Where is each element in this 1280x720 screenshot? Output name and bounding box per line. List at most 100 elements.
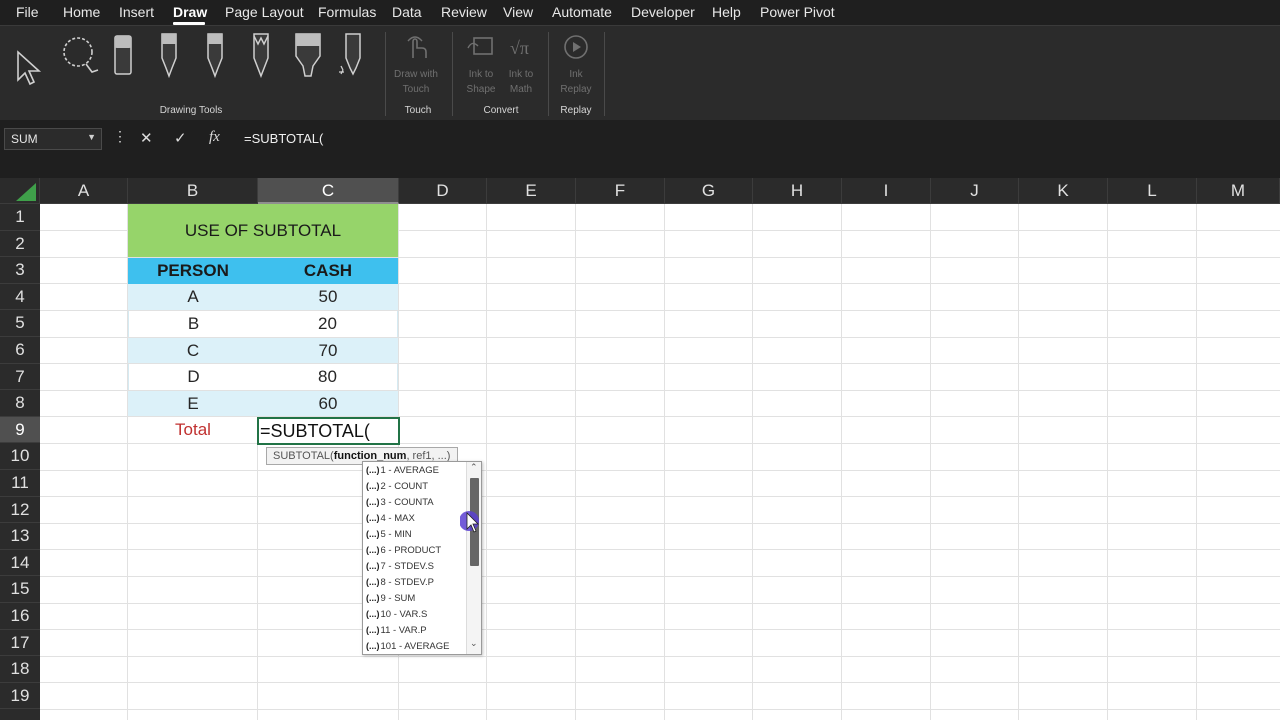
action-pen-tool[interactable] <box>338 32 364 83</box>
row-header-10[interactable]: 10 <box>0 443 40 470</box>
list-item[interactable]: (...)9 - SUM <box>366 590 415 606</box>
menu-help[interactable]: Help <box>712 4 741 20</box>
worksheet-grid[interactable]: USE OF SUBTOTAL PERSON CASH A 50 B 20 C … <box>40 204 1280 720</box>
insert-function-icon[interactable]: fx <box>209 129 220 146</box>
ink-replay-button[interactable]: Ink Replay <box>554 34 598 97</box>
row-header-16[interactable]: 16 <box>0 603 40 630</box>
menu-review[interactable]: Review <box>441 4 487 20</box>
more-options-icon[interactable]: ⋮ <box>113 128 127 145</box>
cancel-icon[interactable]: ✕ <box>140 129 153 147</box>
formula-input[interactable]: =SUBTOTAL( <box>244 131 323 146</box>
chevron-down-icon[interactable]: ⌄ <box>470 638 478 649</box>
menu-file[interactable]: File <box>16 4 39 20</box>
list-item[interactable]: (...)10 - VAR.S <box>366 606 427 622</box>
column-header-l[interactable]: L <box>1108 178 1197 204</box>
total-label-cell[interactable]: Total <box>128 417 258 443</box>
tooltip-function-name[interactable]: SUBTOTAL( <box>273 450 334 462</box>
table-cell-person[interactable]: D <box>128 364 258 390</box>
table-cell-person[interactable]: A <box>128 284 258 310</box>
table-cell-person[interactable]: C <box>128 338 258 363</box>
pencil-tool[interactable] <box>250 32 272 83</box>
gridline <box>40 470 1280 471</box>
row-header-17[interactable]: 17 <box>0 630 40 657</box>
chevron-down-icon[interactable]: ▼ <box>87 132 96 142</box>
active-cell-formula[interactable]: =SUBTOTAL( <box>257 417 400 445</box>
table-cell-cash[interactable]: 60 <box>258 391 398 416</box>
list-item[interactable]: (...)5 - MIN <box>366 526 412 542</box>
list-item[interactable]: (...)2 - COUNT <box>366 478 428 494</box>
list-item[interactable]: (...)6 - PRODUCT <box>366 542 441 558</box>
select-tool[interactable] <box>14 48 46 93</box>
header-cell-cash[interactable]: CASH <box>258 258 398 284</box>
lasso-select-tool[interactable] <box>58 34 102 83</box>
table-cell-cash[interactable]: 50 <box>258 284 398 310</box>
ink-to-math-button[interactable]: √π Ink to Math <box>499 34 543 97</box>
autocomplete-list[interactable]: (...)1 - AVERAGE (...)2 - COUNT (...)3 -… <box>362 461 482 655</box>
select-all-button[interactable] <box>0 178 40 204</box>
column-header-i[interactable]: I <box>842 178 931 204</box>
row-header-12[interactable]: 12 <box>0 497 40 524</box>
chevron-up-icon[interactable]: ⌃ <box>470 462 478 473</box>
table-cell-person[interactable]: B <box>128 311 258 337</box>
row-header-13[interactable]: 13 <box>0 523 40 550</box>
row-header-8[interactable]: 8 <box>0 390 40 417</box>
menu-power-pivot[interactable]: Power Pivot <box>760 4 835 20</box>
list-item[interactable]: (...)11 - VAR.P <box>366 622 427 638</box>
column-header-f[interactable]: F <box>576 178 665 204</box>
list-item[interactable]: (...)101 - AVERAGE <box>366 638 450 654</box>
menu-page-layout[interactable]: Page Layout <box>225 4 304 20</box>
enter-check-icon[interactable]: ✓ <box>174 129 187 147</box>
highlighter-tool[interactable] <box>293 32 323 83</box>
column-header-m[interactable]: M <box>1197 178 1280 204</box>
menu-insert[interactable]: Insert <box>119 4 154 20</box>
row-header-15[interactable]: 15 <box>0 576 40 603</box>
eraser-tool[interactable] <box>112 32 134 83</box>
pen-2-tool[interactable] <box>204 32 226 83</box>
row-header-4[interactable]: 4 <box>0 284 40 311</box>
column-header-h[interactable]: H <box>753 178 842 204</box>
column-header-d[interactable]: D <box>399 178 487 204</box>
table-cell-cash[interactable]: 70 <box>258 338 398 363</box>
row-header-14[interactable]: 14 <box>0 550 40 577</box>
column-header-a[interactable]: A <box>40 178 128 204</box>
header-cell-person[interactable]: PERSON <box>128 258 258 284</box>
table-cell-cash[interactable]: 80 <box>258 364 398 390</box>
table-cell-cash[interactable]: 20 <box>258 311 398 337</box>
draw-with-touch-button[interactable]: Draw with Touch <box>394 34 438 97</box>
column-header-e[interactable]: E <box>487 178 576 204</box>
column-header-b[interactable]: B <box>128 178 258 204</box>
menu-home[interactable]: Home <box>63 4 100 20</box>
list-item[interactable]: (...)3 - COUNTA <box>366 494 434 510</box>
list-item[interactable]: (...)4 - MAX <box>366 510 415 526</box>
menu-developer[interactable]: Developer <box>631 4 695 20</box>
menu-data[interactable]: Data <box>392 4 422 20</box>
row-header-7[interactable]: 7 <box>0 364 40 391</box>
pen-1-tool[interactable] <box>158 32 180 83</box>
column-header-c[interactable]: C <box>258 178 399 204</box>
column-header-k[interactable]: K <box>1019 178 1108 204</box>
column-header-j[interactable]: J <box>931 178 1019 204</box>
menu-automate[interactable]: Automate <box>552 4 612 20</box>
column-header-g[interactable]: G <box>665 178 753 204</box>
row-header-19[interactable]: 19 <box>0 683 40 710</box>
list-item[interactable]: (...)7 - STDEV.S <box>366 558 434 574</box>
row-header-18[interactable]: 18 <box>0 656 40 683</box>
table-cell-person[interactable]: E <box>128 391 258 416</box>
list-item[interactable]: (...)1 - AVERAGE <box>366 462 439 478</box>
list-item[interactable]: (...)8 - STDEV.P <box>366 574 434 590</box>
menu-view[interactable]: View <box>503 4 533 20</box>
row-header-6[interactable]: 6 <box>0 337 40 364</box>
row-header-3[interactable]: 3 <box>0 257 40 284</box>
menu-formulas[interactable]: Formulas <box>318 4 376 20</box>
autocomplete-scrollbar[interactable]: ⌃ ⌄ <box>466 462 481 654</box>
row-header-2[interactable]: 2 <box>0 231 40 258</box>
row-header-9[interactable]: 9 <box>0 416 40 444</box>
row-header-11[interactable]: 11 <box>0 470 40 497</box>
row-header-1[interactable]: 1 <box>0 204 40 231</box>
ink-to-shape-button[interactable]: Ink to Shape <box>459 34 503 97</box>
list-item-label: 10 - VAR.S <box>380 609 428 620</box>
row-header-5[interactable]: 5 <box>0 310 40 337</box>
name-box[interactable]: SUM ▼ <box>4 128 102 150</box>
table-title-cell[interactable]: USE OF SUBTOTAL <box>128 204 398 257</box>
menu-draw[interactable]: Draw <box>173 4 207 20</box>
